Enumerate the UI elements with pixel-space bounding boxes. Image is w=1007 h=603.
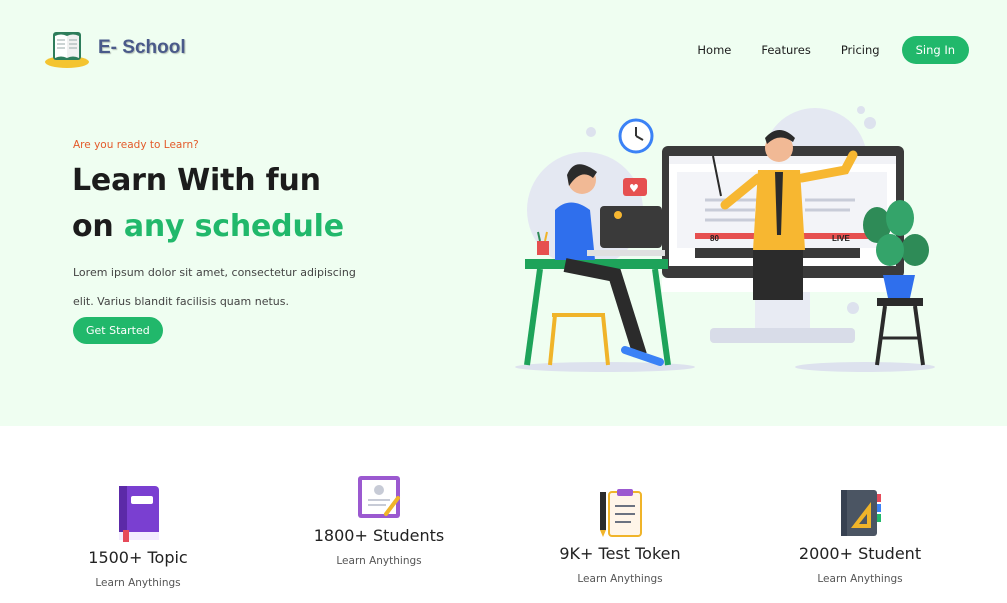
hero-illustration: 80 LIVE ♥ [515,106,935,372]
nav-pricing[interactable]: Pricing [841,43,880,57]
hero-heading-prefix: on [72,209,114,244]
open-book-icon [45,32,89,68]
heart-icon: ♥ [623,178,647,196]
stat-subtitle: Learn Anythings [817,573,903,585]
stat-subtitle: Learn Anythings [95,577,181,589]
stat-test-token: 9K+ Test Token Learn Anythings [520,488,720,585]
live-badge: LIVE [832,234,850,243]
hero-description: Lorem ipsum dolor sit amet, consectetur … [73,266,356,308]
certificate-icon [358,476,400,518]
stat-subtitle: Learn Anythings [577,573,663,585]
stat-topics: 1500+ Topic Learn Anythings [38,484,238,589]
stat-student: 2000+ Student Learn Anythings [760,488,960,585]
stat-students: 1800+ Students Learn Anythings [279,474,479,567]
svg-text:♥: ♥ [629,182,639,195]
notebook-ruler-icon [841,490,881,536]
hero-eyebrow: Are you ready to Learn? [73,139,199,151]
stat-subtitle: Learn Anythings [336,555,422,567]
sign-in-button[interactable]: Sing In [901,36,969,64]
clipboard-pen-icon [600,489,642,537]
stat-title: 2000+ Student [798,544,922,563]
nav-home[interactable]: Home [697,43,731,57]
stat-title: 1500+ Topic [88,548,188,567]
brand-logo[interactable]: E- School [44,26,186,70]
brand-name: E- School [98,37,186,58]
stat-title: 1800+ Students [313,526,445,545]
viewer-count: 80 [710,234,719,243]
get-started-button[interactable]: Get Started [73,317,163,344]
main-nav: Home Features Pricing Sing In [697,36,969,64]
hero-heading-line2: on any schedule [72,209,344,244]
hero-heading-accent: any schedule [123,209,344,244]
hero-heading-line1: Learn With fun [72,163,321,198]
purple-book-icon [119,486,159,542]
nav-features[interactable]: Features [761,43,810,57]
clock-icon [618,118,654,154]
stat-title: 9K+ Test Token [559,544,681,563]
